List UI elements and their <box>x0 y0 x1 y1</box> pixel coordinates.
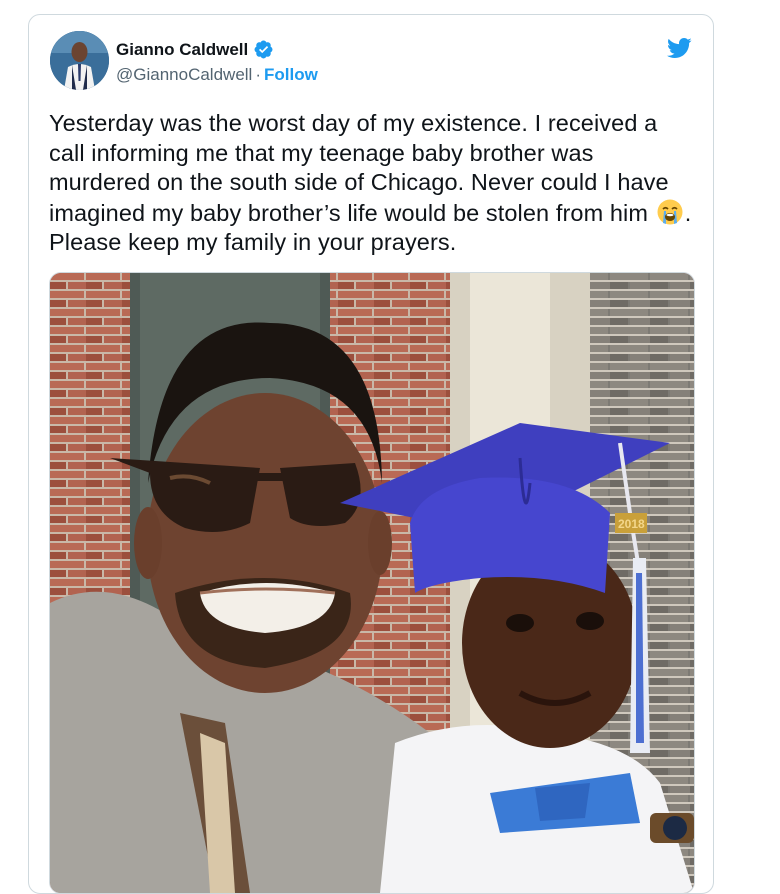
tweet-text: Yesterday was the worst day of my existe… <box>49 109 699 258</box>
tassel-charm-text: 2018 <box>618 517 645 531</box>
tweet-photo[interactable]: 2018 <box>49 272 695 894</box>
separator-dot: · <box>255 65 261 84</box>
author-handle[interactable]: @GiannoCaldwell <box>116 65 252 85</box>
follow-button[interactable]: Follow <box>264 65 318 85</box>
twitter-bird-icon[interactable] <box>664 35 694 61</box>
avatar[interactable] <box>50 31 109 90</box>
photo-illustration: 2018 <box>50 273 694 893</box>
tweet-card: Gianno Caldwell @GiannoCaldwell · Follow… <box>28 14 714 894</box>
tweet-text-main: Yesterday was the worst day of my existe… <box>49 110 669 226</box>
author-name[interactable]: Gianno Caldwell <box>116 40 248 60</box>
loudly-crying-face-icon <box>656 198 684 226</box>
verified-badge-icon <box>253 39 274 60</box>
